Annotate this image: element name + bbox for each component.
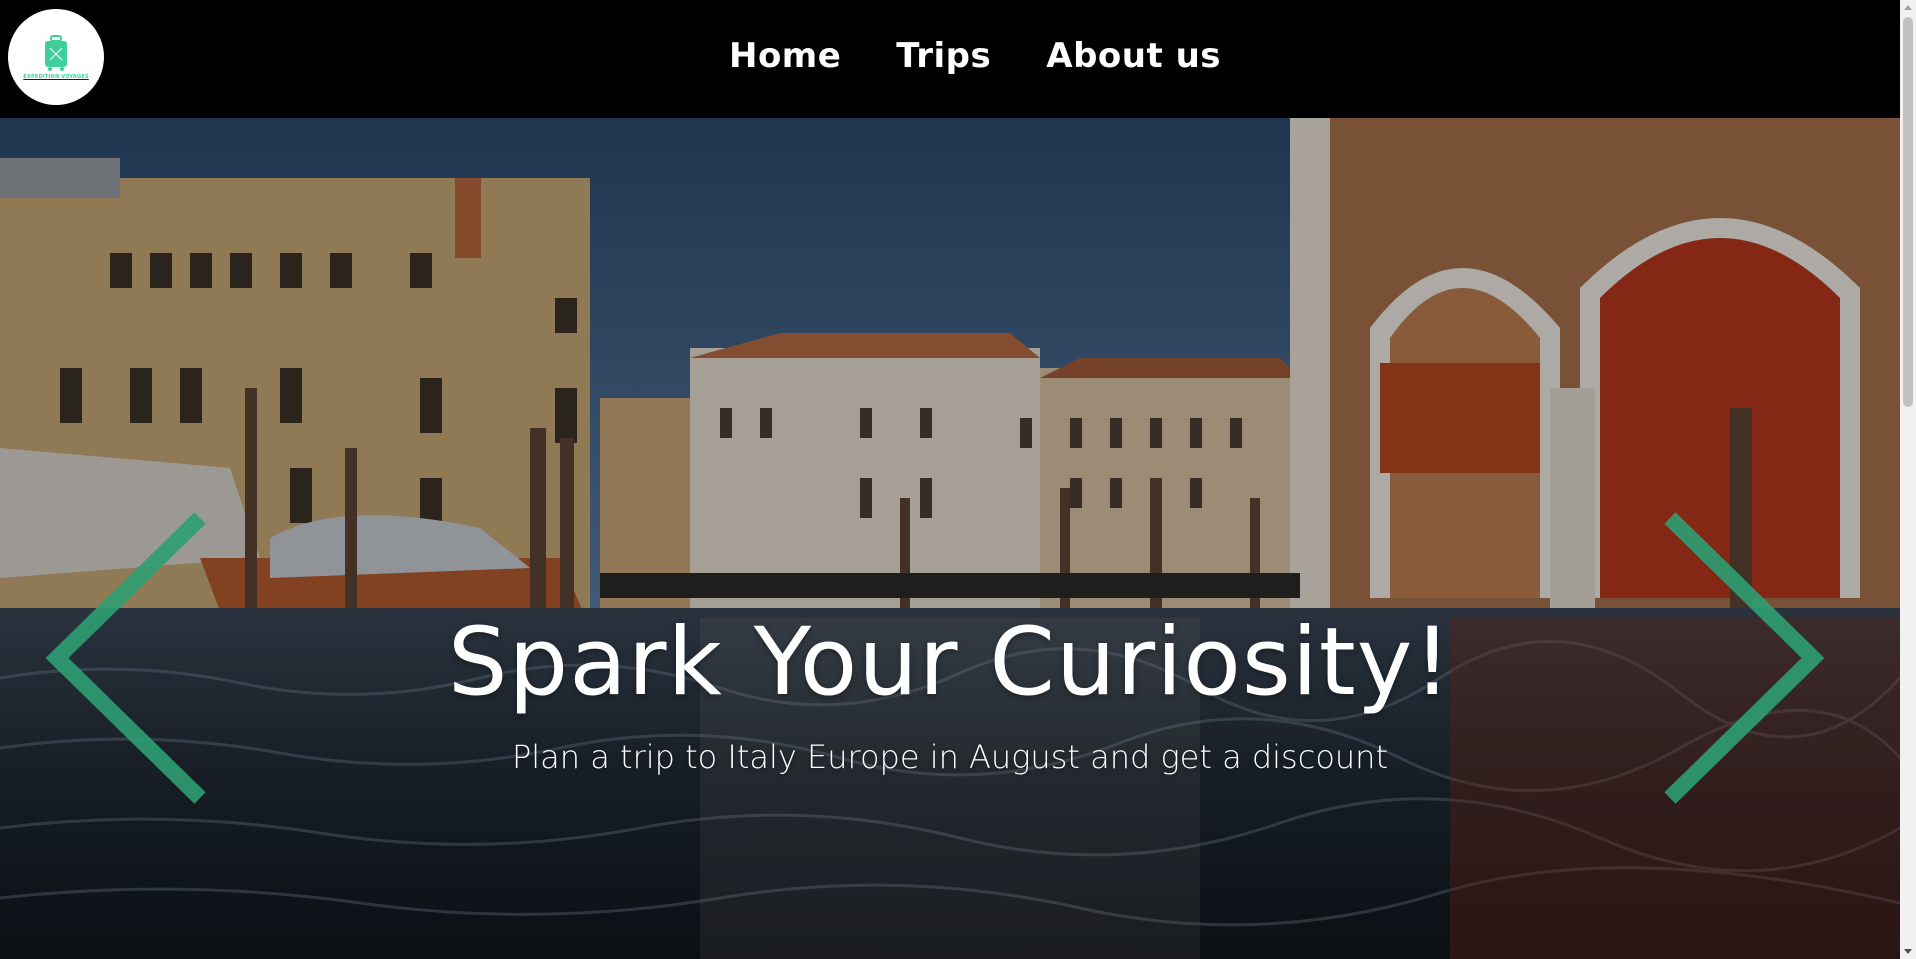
hero-subtitle: Plan a trip to Italy Europe in August an… <box>511 738 1388 776</box>
scroll-down-icon[interactable] <box>1904 949 1912 954</box>
page: EXPEDITION VOYAGES Home Trips About us S… <box>0 0 1916 959</box>
vertical-scrollbar[interactable] <box>1900 0 1916 959</box>
site-header: EXPEDITION VOYAGES Home Trips About us <box>0 0 1900 118</box>
hero-title: Spark Your Curiosity! <box>447 608 1453 717</box>
nav-home[interactable]: Home <box>729 36 841 76</box>
hero-carousel: Spark Your Curiosity! Plan a trip to Ita… <box>0 118 1900 959</box>
scroll-up-icon[interactable] <box>1904 5 1912 10</box>
hero-dark-overlay <box>0 118 1900 959</box>
scrollbar-thumb[interactable] <box>1903 17 1913 407</box>
nav-about-us[interactable]: About us <box>1046 36 1221 76</box>
nav-trips[interactable]: Trips <box>896 36 991 76</box>
main-nav: Home Trips About us <box>0 0 1900 112</box>
